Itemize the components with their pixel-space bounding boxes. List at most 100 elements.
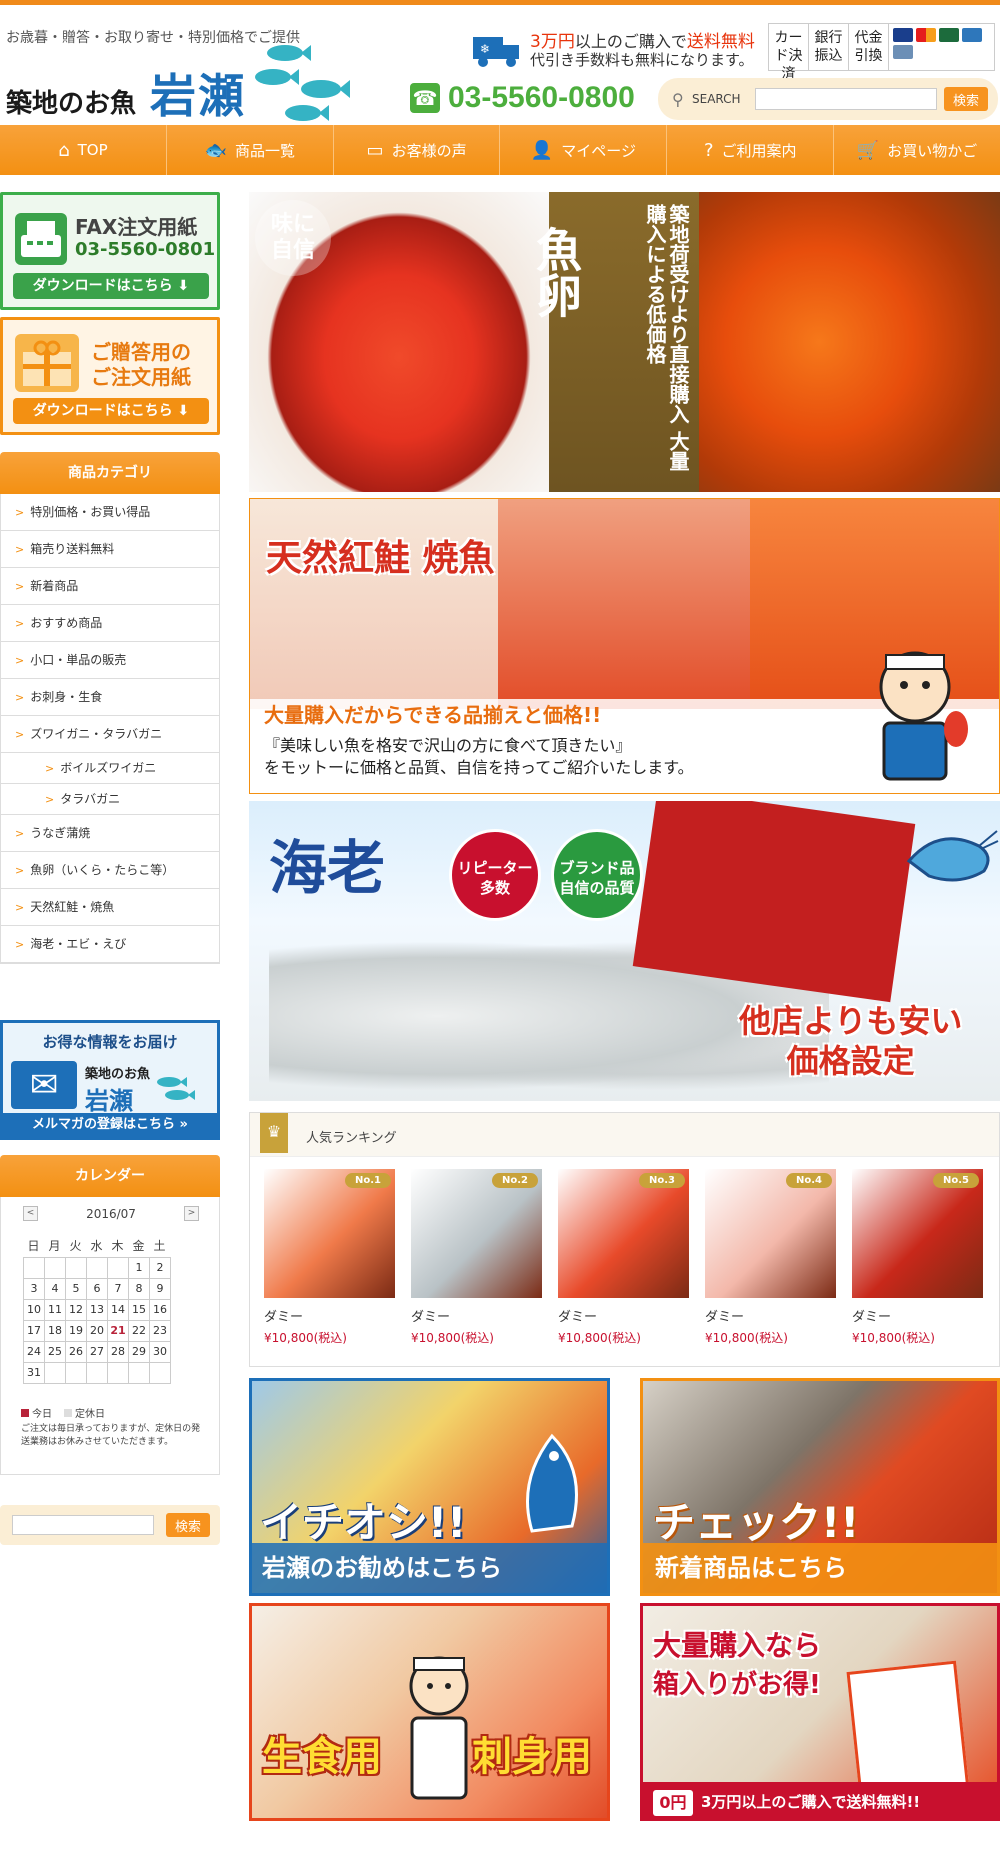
shrimp-banner[interactable]: 海老 リピーター 多数 ブランド品 自信の品質 他店よりも安い 価格設定 bbox=[249, 801, 1000, 1101]
category-item[interactable]: > 魚卵（いくら・たらこ等） bbox=[1, 852, 219, 889]
newsletter-banner[interactable]: お得な情報をお届け ✉ 築地のお魚 岩瀬 メルマガの登録はこちら » bbox=[0, 1020, 220, 1140]
category-item[interactable]: > おすすめ商品 bbox=[1, 605, 219, 642]
calendar-day: 9 bbox=[150, 1279, 171, 1300]
newsletter-signup-link[interactable]: メルマガの登録はこちら » bbox=[3, 1113, 217, 1137]
ranking-item[interactable]: No.2 ダミー ¥10,800(税込) bbox=[411, 1169, 542, 1346]
calendar-day: 5 bbox=[66, 1279, 87, 1300]
newsletter-shop-big: 岩瀬 bbox=[85, 1087, 133, 1115]
category-item[interactable]: > 新着商品 bbox=[1, 568, 219, 605]
recommend-banner[interactable]: イチオシ!! 岩瀬のお勧めはこちら bbox=[249, 1378, 610, 1596]
calendar-weekday: 火 bbox=[69, 1239, 82, 1253]
recommend-link[interactable]: 岩瀬のお勧めはこちら bbox=[252, 1543, 607, 1593]
user-icon: 👤 bbox=[530, 139, 554, 161]
sidebar-search-input[interactable] bbox=[12, 1515, 154, 1535]
product-name[interactable]: ダミー bbox=[852, 1306, 983, 1325]
nav-mypage[interactable]: 👤 マイページ bbox=[500, 125, 668, 175]
gift-download-button[interactable]: ダウンロードはこちら ⬇ bbox=[13, 398, 209, 424]
fax-download-button[interactable]: ダウンロードはこちら ⬇ bbox=[13, 273, 209, 299]
mail-icon: ✉ bbox=[11, 1061, 77, 1109]
visa-icon bbox=[893, 28, 913, 42]
fishmonger-mascot-icon bbox=[409, 1656, 469, 1800]
calendar-nav: < 2016/07 > bbox=[23, 1206, 199, 1224]
category-label: 小口・単品の販売 bbox=[30, 653, 127, 667]
gift-title-line-2: ご注文用紙 bbox=[91, 365, 191, 389]
category-item[interactable]: > 特別価格・お買い得品 bbox=[1, 494, 219, 531]
calendar-next-button[interactable]: > bbox=[184, 1206, 199, 1221]
site-logo[interactable]: 築地のお魚 岩瀬 bbox=[6, 60, 246, 126]
category-item[interactable]: > 海老・エビ・えび bbox=[1, 926, 219, 963]
category-label: うなぎ蒲焼 bbox=[30, 826, 91, 840]
sashimi-banner[interactable]: 生食用 刺身用 bbox=[249, 1603, 610, 1821]
calendar-note: ご注文は毎日承っておりますが、定休日の発送業務はお休みさせていただきます。 bbox=[21, 1424, 201, 1447]
calendar-weekdays: 日月火水木金土 bbox=[23, 1237, 170, 1254]
salmon-description-line-2: をモットーに価格と品質、自信を持ってご紹介いたします。 bbox=[264, 758, 694, 777]
product-name[interactable]: ダミー bbox=[705, 1306, 836, 1325]
mastercard-icon bbox=[916, 28, 936, 42]
salmon-description: 『美味しい魚を格安で沢山の方に食べて頂きたい』 をモットーに価格と品質、自信を持… bbox=[264, 735, 694, 779]
calendar-day: 20 bbox=[87, 1321, 108, 1342]
nav-guide[interactable]: ? ご利用案内 bbox=[667, 125, 835, 175]
bulk-shipping-note: 0円 3万円以上のご購入で送料無料!! bbox=[643, 1782, 997, 1818]
new-arrivals-banner[interactable]: チェック!! 新着商品はこちら bbox=[640, 1378, 1000, 1596]
calendar-day bbox=[87, 1363, 108, 1384]
phone-contact[interactable]: ☎ 03-5560-0800 bbox=[410, 81, 635, 115]
fish-icon: 🐟 bbox=[204, 139, 227, 161]
nav-cart[interactable]: 🛒 お買い物かご bbox=[834, 125, 1000, 175]
nav-reviews[interactable]: ▭ お客様の声 bbox=[334, 125, 501, 175]
subcategory-item[interactable]: > タラバガニ bbox=[1, 784, 219, 815]
calendar-day: 8 bbox=[129, 1279, 150, 1300]
roe-subtitle: 築地荷受けより直接購入 大量購入による低価格 bbox=[643, 204, 690, 471]
repeater-badge: リピーター 多数 bbox=[449, 829, 541, 921]
new-arrivals-link[interactable]: 新着商品はこちら bbox=[643, 1543, 997, 1593]
category-item[interactable]: > 天然紅鮭・焼魚 bbox=[1, 889, 219, 926]
calendar-day: 4 bbox=[45, 1279, 66, 1300]
nav-products[interactable]: 🐟 商品一覧 bbox=[167, 125, 334, 175]
ranking-item[interactable]: No.4 ダミー ¥10,800(税込) bbox=[705, 1169, 836, 1346]
chevron-right-icon: > bbox=[15, 506, 25, 519]
category-item[interactable]: > お刺身・生食 bbox=[1, 679, 219, 716]
ranking-item[interactable]: No.1 ダミー ¥10,800(税込) bbox=[264, 1169, 395, 1346]
gift-order-banner[interactable]: ご贈答用の ご注文用紙 ダウンロードはこちら ⬇ bbox=[0, 317, 220, 435]
product-thumbnail[interactable]: No.1 bbox=[264, 1169, 395, 1298]
search-input[interactable] bbox=[755, 88, 937, 110]
calendar-day: 11 bbox=[45, 1300, 66, 1321]
phone-icon: ☎ bbox=[410, 83, 440, 113]
fax-title: FAX注文用紙 bbox=[75, 215, 198, 239]
search-button[interactable]: 検索 bbox=[944, 87, 988, 111]
brand-badge: ブランド品 自信の品質 bbox=[551, 829, 643, 921]
category-item[interactable]: > 小口・単品の販売 bbox=[1, 642, 219, 679]
product-name[interactable]: ダミー bbox=[264, 1306, 395, 1325]
product-name[interactable]: ダミー bbox=[411, 1306, 542, 1325]
shrimp-title: 海老 bbox=[269, 834, 386, 902]
nav-label: ご利用案内 bbox=[721, 141, 797, 160]
calendar-day bbox=[45, 1258, 66, 1279]
nav-label: 商品一覧 bbox=[234, 141, 295, 160]
category-item[interactable]: > 箱売り送料無料 bbox=[1, 531, 219, 568]
quality-badge-line-1: 味に bbox=[270, 212, 315, 237]
calendar-day: 18 bbox=[45, 1321, 66, 1342]
product-thumbnail[interactable]: No.4 bbox=[705, 1169, 836, 1298]
product-thumbnail[interactable]: No.3 bbox=[558, 1169, 689, 1298]
fax-order-banner[interactable]: FAX注文用紙 03-5560-0801 ダウンロードはこちら ⬇ bbox=[0, 192, 220, 310]
chat-icon: ▭ bbox=[366, 139, 384, 161]
salmon-banner[interactable]: 天然紅鮭 焼魚 大量購入だからできる品揃えと価格!! 『美味しい魚を格安で沢山の… bbox=[249, 498, 1000, 794]
chevron-right-icon: > bbox=[15, 827, 25, 840]
ranking-item[interactable]: No.5 ダミー ¥10,800(税込) bbox=[852, 1169, 983, 1346]
subcategory-item[interactable]: > ボイルズワイガニ bbox=[1, 753, 219, 784]
nav-top[interactable]: ⌂ TOP bbox=[0, 125, 167, 175]
calendar-weekday: 月 bbox=[48, 1239, 61, 1253]
category-item[interactable]: > うなぎ蒲焼 bbox=[1, 815, 219, 852]
product-thumbnail[interactable]: No.2 bbox=[411, 1169, 542, 1298]
roe-hero-banner[interactable]: 味に 自信 魚卵 築地荷受けより直接購入 大量購入による低価格 bbox=[249, 192, 1000, 492]
svg-text:❄: ❄ bbox=[480, 42, 490, 56]
bulk-box-banner[interactable]: 大量購入なら 箱入りがお得! 0円 3万円以上のご購入で送料無料!! bbox=[640, 1603, 1000, 1821]
calendar-day: 19 bbox=[66, 1321, 87, 1342]
ranking-item[interactable]: No.3 ダミー ¥10,800(税込) bbox=[558, 1169, 689, 1346]
calendar-weekday: 金 bbox=[132, 1239, 145, 1253]
chevron-right-icon: > bbox=[15, 691, 25, 704]
calendar-day: 6 bbox=[87, 1279, 108, 1300]
product-name[interactable]: ダミー bbox=[558, 1306, 689, 1325]
product-thumbnail[interactable]: No.5 bbox=[852, 1169, 983, 1298]
sidebar-search-button[interactable]: 検索 bbox=[166, 1513, 210, 1537]
category-item[interactable]: > ズワイガニ・タラバガニ bbox=[1, 716, 219, 753]
